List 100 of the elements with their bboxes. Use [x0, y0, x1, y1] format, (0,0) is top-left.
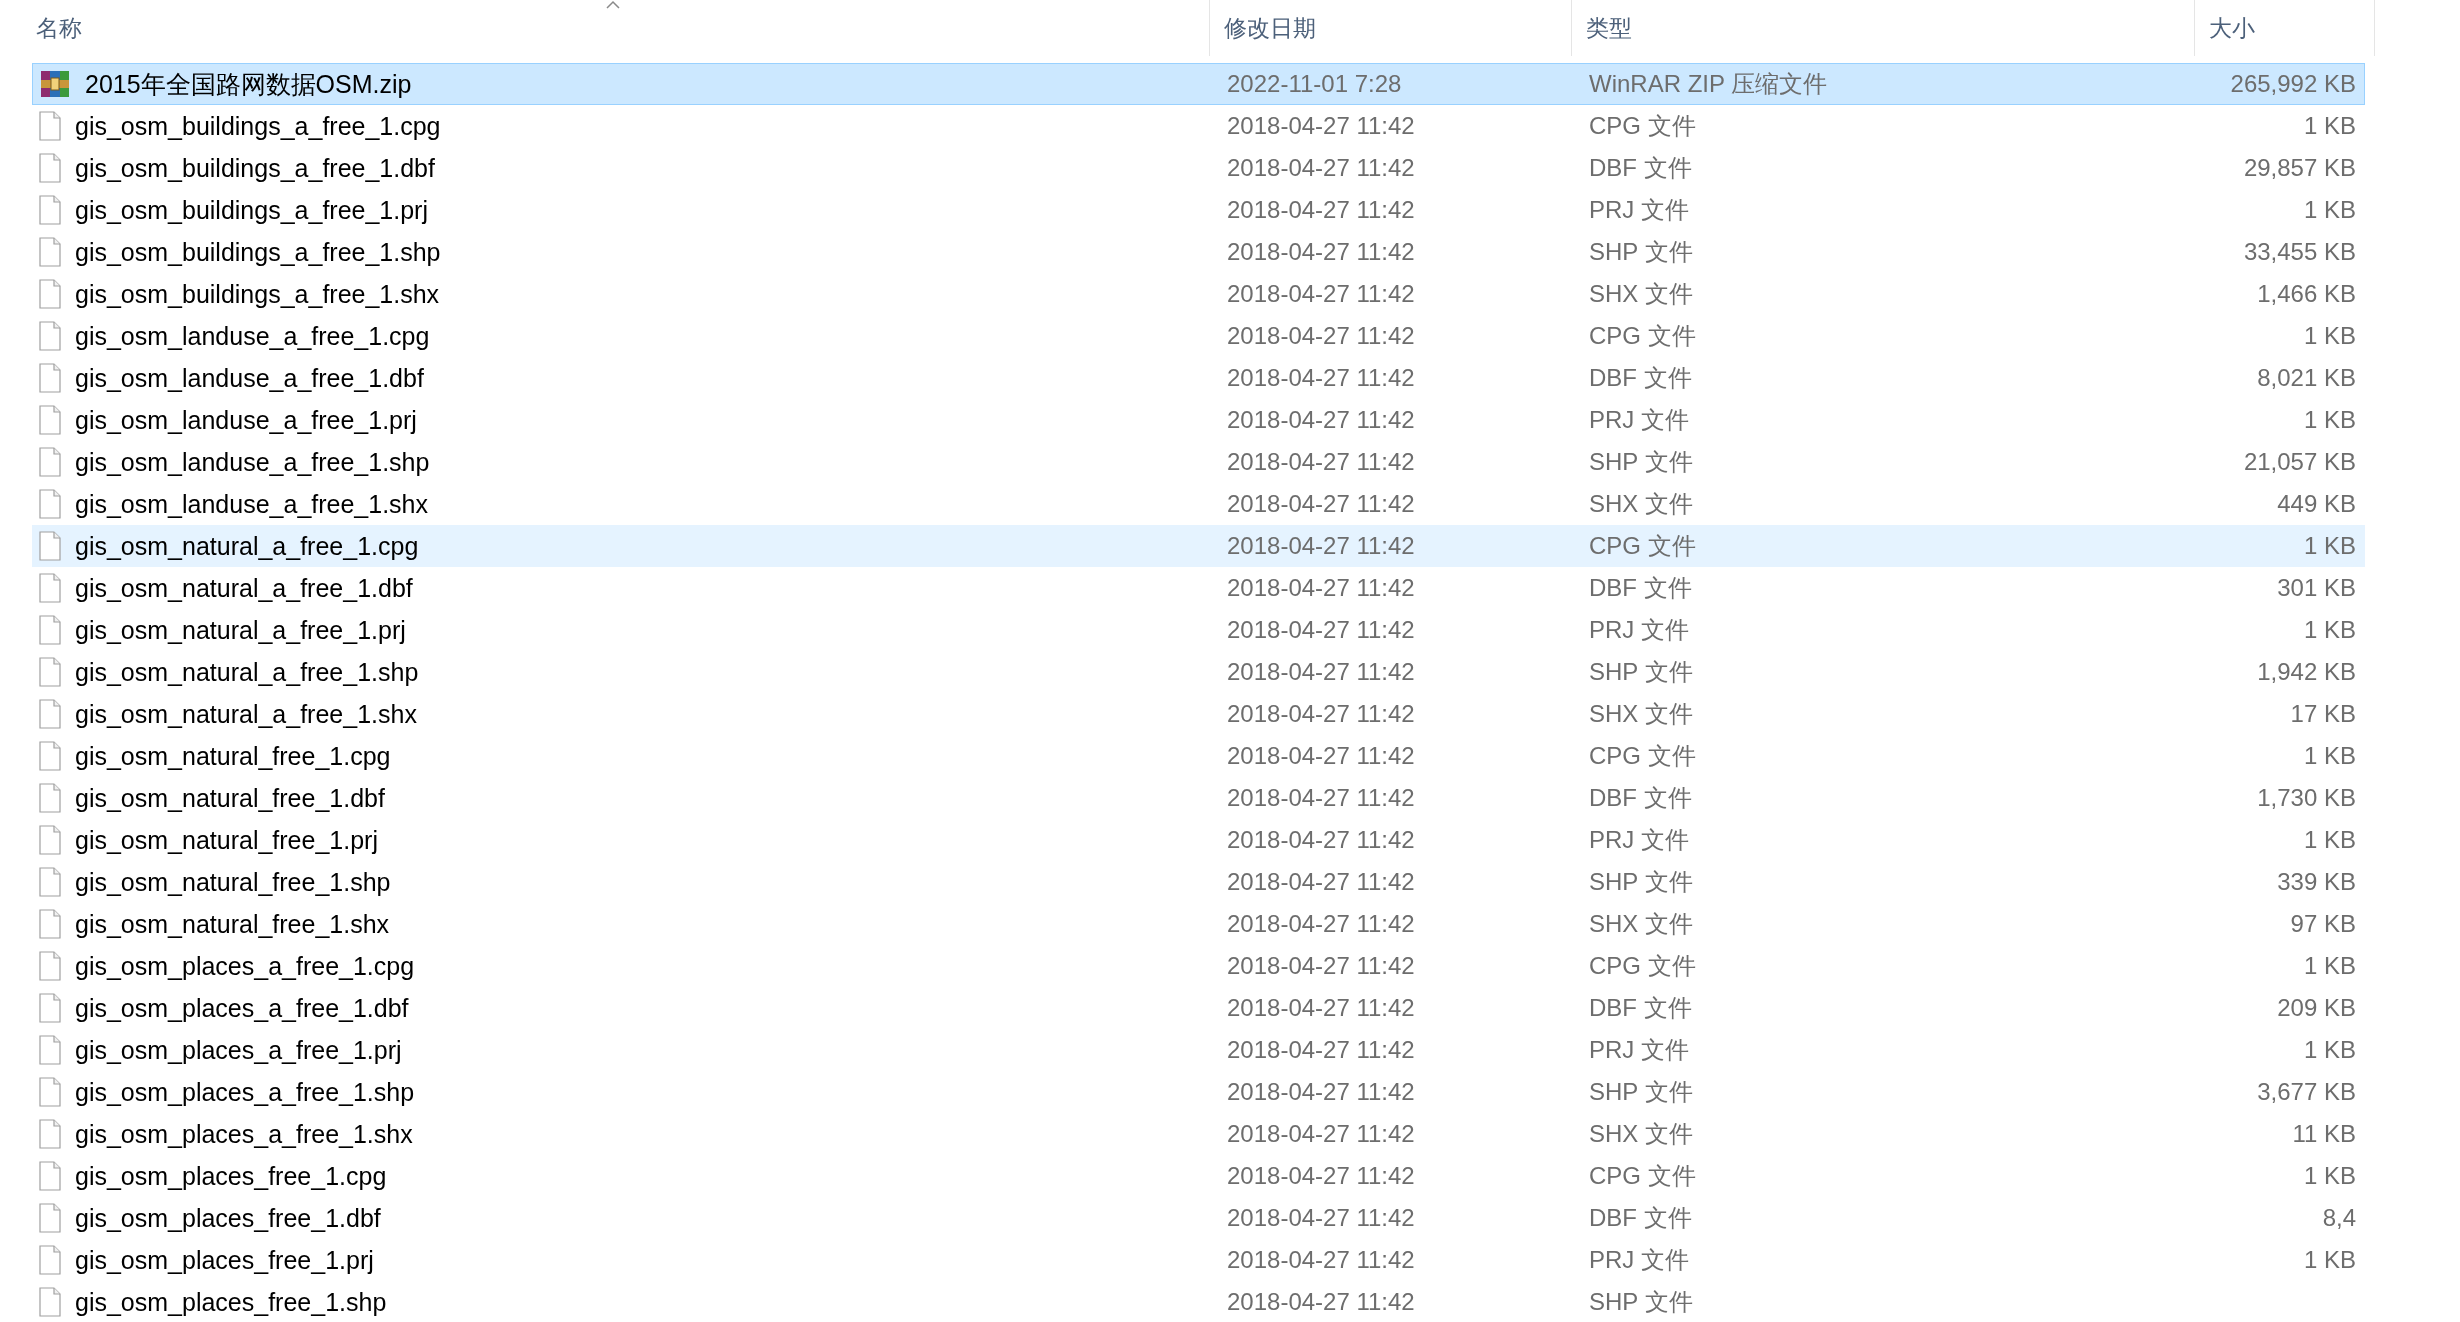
file-row[interactable]: gis_osm_places_a_free_1.shp 2018-04-27 11:42 SHP 文件 3,677 KB — [32, 1071, 2365, 1113]
file-row[interactable]: gis_osm_places_a_free_1.shx 2018-04-27 11:42 SHX 文件 11 KB — [32, 1113, 2365, 1155]
document-icon — [39, 279, 61, 309]
file-row[interactable]: gis_osm_natural_free_1.shx 2018-04-27 11:42 SHX 文件 97 KB — [32, 903, 2365, 945]
file-name: gis_osm_places_free_1.dbf — [75, 1203, 381, 1233]
column-header[interactable]: 大小 — [2209, 12, 2255, 44]
file-type: PRJ 文件 — [1588, 1245, 1690, 1275]
file-type: SHX 文件 — [1588, 699, 1694, 729]
file-type: PRJ 文件 — [1588, 615, 1690, 645]
file-name: gis_osm_landuse_a_free_1.shx — [75, 489, 428, 519]
file-type: SHP 文件 — [1588, 657, 1694, 687]
file-type: CPG 文件 — [1588, 321, 1697, 351]
file-size: 8,4 — [2321, 1204, 2356, 1232]
file-row[interactable]: gis_osm_landuse_a_free_1.prj 2018-04-27 11:42 PRJ 文件 1 KB — [32, 399, 2365, 441]
file-name: gis_osm_natural_free_1.dbf — [75, 783, 385, 813]
document-icon — [39, 1035, 61, 1065]
file-type: PRJ 文件 — [1588, 1035, 1690, 1065]
file-row[interactable]: gis_osm_places_free_1.shp 2018-04-27 11:42 SHP 文件 — [32, 1281, 2365, 1322]
document-icon — [39, 363, 61, 393]
modified-date: 2018-04-27 11:42 — [1226, 112, 1416, 140]
file-size: 1 KB — [2302, 742, 2356, 770]
modified-date: 2018-04-27 11:42 — [1226, 1204, 1416, 1232]
file-type: SHP 文件 — [1588, 867, 1694, 897]
file-row[interactable]: gis_osm_places_a_free_1.prj 2018-04-27 11:42 PRJ 文件 1 KB — [32, 1029, 2365, 1071]
file-type: DBF 文件 — [1588, 363, 1693, 393]
modified-date: 2018-04-27 11:42 — [1226, 532, 1416, 560]
column-header[interactable]: 名称 — [36, 12, 82, 44]
file-row[interactable]: gis_osm_natural_a_free_1.prj 2018-04-27 11:42 PRJ 文件 1 KB — [32, 609, 2365, 651]
file-name: gis_osm_places_free_1.shp — [75, 1287, 387, 1317]
file-row[interactable]: gis_osm_places_a_free_1.dbf 2018-04-27 11:42 DBF 文件 209 KB — [32, 987, 2365, 1029]
file-row[interactable]: gis_osm_buildings_a_free_1.shp 2018-04-27 11:42 SHP 文件 33,455 KB — [32, 231, 2365, 273]
file-name: gis_osm_natural_free_1.shp — [75, 867, 391, 897]
file-row[interactable]: gis_osm_natural_free_1.shp 2018-04-27 11:42 SHP 文件 339 KB — [32, 861, 2365, 903]
file-size: 1 KB — [2302, 1162, 2356, 1190]
modified-date: 2018-04-27 11:42 — [1226, 1246, 1416, 1274]
file-size: 8,021 KB — [2256, 364, 2356, 392]
file-row[interactable]: gis_osm_buildings_a_free_1.dbf 2018-04-27 11:42 DBF 文件 29,857 KB — [32, 147, 2365, 189]
document-icon — [39, 825, 61, 855]
file-size: 301 KB — [2276, 574, 2356, 602]
modified-date: 2018-04-27 11:42 — [1226, 574, 1416, 602]
file-row[interactable]: gis_osm_landuse_a_free_1.dbf 2018-04-27 11:42 DBF 文件 8,021 KB — [32, 357, 2365, 399]
document-icon — [39, 153, 61, 183]
file-size: 29,857 KB — [2242, 154, 2356, 182]
file-type: SHP 文件 — [1588, 1287, 1694, 1317]
file-name: gis_osm_landuse_a_free_1.prj — [75, 405, 417, 435]
file-size: 11 KB — [2291, 1120, 2356, 1148]
file-size: 1,730 KB — [2256, 784, 2356, 812]
modified-date: 2022-11-01 7:28 — [1226, 70, 1403, 98]
file-size: 1 KB — [2302, 196, 2356, 224]
modified-date: 2018-04-27 11:42 — [1226, 196, 1416, 224]
modified-date: 2018-04-27 11:42 — [1226, 1162, 1416, 1190]
file-row[interactable]: gis_osm_places_free_1.prj 2018-04-27 11:42 PRJ 文件 1 KB — [32, 1239, 2365, 1281]
modified-date: 2018-04-27 11:42 — [1226, 1120, 1416, 1148]
modified-date: 2018-04-27 11:42 — [1226, 364, 1416, 392]
file-type: CPG 文件 — [1588, 951, 1697, 981]
file-row[interactable]: gis_osm_natural_free_1.prj 2018-04-27 11:42 PRJ 文件 1 KB — [32, 819, 2365, 861]
document-icon — [39, 531, 61, 561]
column-header[interactable]: 修改日期 — [1224, 12, 1316, 44]
file-size: 1 KB — [2302, 1036, 2356, 1064]
modified-date: 2018-04-27 11:42 — [1226, 826, 1416, 854]
file-name: gis_osm_buildings_a_free_1.shp — [75, 237, 441, 267]
document-icon — [39, 741, 61, 771]
file-name: gis_osm_buildings_a_free_1.shx — [75, 279, 440, 309]
modified-date: 2018-04-27 11:42 — [1226, 448, 1416, 476]
file-row[interactable]: gis_osm_landuse_a_free_1.shx 2018-04-27 11:42 SHX 文件 449 KB — [32, 483, 2365, 525]
file-row[interactable]: gis_osm_natural_a_free_1.shx 2018-04-27 11:42 SHX 文件 17 KB — [32, 693, 2365, 735]
document-icon — [39, 993, 61, 1023]
file-row[interactable]: gis_osm_buildings_a_free_1.prj 2018-04-27 11:42 PRJ 文件 1 KB — [32, 189, 2365, 231]
file-name: gis_osm_landuse_a_free_1.cpg — [75, 321, 430, 351]
file-name: gis_osm_places_free_1.cpg — [75, 1161, 387, 1191]
file-row[interactable]: gis_osm_natural_a_free_1.shp 2018-04-27 11:42 SHP 文件 1,942 KB — [32, 651, 2365, 693]
file-name: gis_osm_buildings_a_free_1.cpg — [75, 111, 441, 141]
file-row[interactable]: gis_osm_places_free_1.cpg 2018-04-27 11:42 CPG 文件 1 KB — [32, 1155, 2365, 1197]
file-name: gis_osm_buildings_a_free_1.dbf — [75, 153, 435, 183]
document-icon — [39, 447, 61, 477]
document-icon — [39, 909, 61, 939]
modified-date: 2018-04-27 11:42 — [1226, 784, 1416, 812]
file-row[interactable]: gis_osm_places_a_free_1.cpg 2018-04-27 11:42 CPG 文件 1 KB — [32, 945, 2365, 987]
file-name: gis_osm_places_free_1.prj — [75, 1245, 374, 1275]
file-row[interactable]: gis_osm_buildings_a_free_1.cpg 2018-04-27 11:42 CPG 文件 1 KB — [32, 105, 2365, 147]
file-row[interactable]: gis_osm_places_free_1.dbf 2018-04-27 11:42 DBF 文件 8,4 — [32, 1197, 2365, 1239]
file-row[interactable]: gis_osm_buildings_a_free_1.shx 2018-04-27 11:42 SHX 文件 1,466 KB — [32, 273, 2365, 315]
file-row[interactable]: gis_osm_natural_a_free_1.dbf 2018-04-27 11:42 DBF 文件 301 KB — [32, 567, 2365, 609]
file-row[interactable]: gis_osm_landuse_a_free_1.shp 2018-04-27 11:42 SHP 文件 21,057 KB — [32, 441, 2365, 483]
document-icon — [39, 657, 61, 687]
file-name: gis_osm_places_a_free_1.shp — [75, 1077, 415, 1107]
file-name: gis_osm_places_a_free_1.shx — [75, 1119, 413, 1149]
file-row[interactable]: gis_osm_natural_free_1.dbf 2018-04-27 11:42 DBF 文件 1,730 KB — [32, 777, 2365, 819]
file-row[interactable]: gis_osm_natural_free_1.cpg 2018-04-27 11:42 CPG 文件 1 KB — [32, 735, 2365, 777]
column-header[interactable]: 类型 — [1586, 12, 1632, 44]
modified-date: 2018-04-27 11:42 — [1226, 742, 1416, 770]
modified-date: 2018-04-27 11:42 — [1226, 154, 1416, 182]
modified-date: 2018-04-27 11:42 — [1226, 616, 1416, 644]
file-size: 1 KB — [2302, 322, 2356, 350]
file-row[interactable]: gis_osm_natural_a_free_1.cpg 2018-04-27 11:42 CPG 文件 1 KB — [32, 525, 2365, 567]
document-icon — [39, 1077, 61, 1107]
file-row[interactable]: gis_osm_landuse_a_free_1.cpg 2018-04-27 11:42 CPG 文件 1 KB — [32, 315, 2365, 357]
file-row[interactable]: 2015年全国路网数据OSM.zip 2022-11-01 7:28 WinRAR ZIP 压缩文件 265,992 KB — [32, 63, 2365, 105]
document-icon — [39, 573, 61, 603]
modified-date: 2018-04-27 11:42 — [1226, 1078, 1416, 1106]
